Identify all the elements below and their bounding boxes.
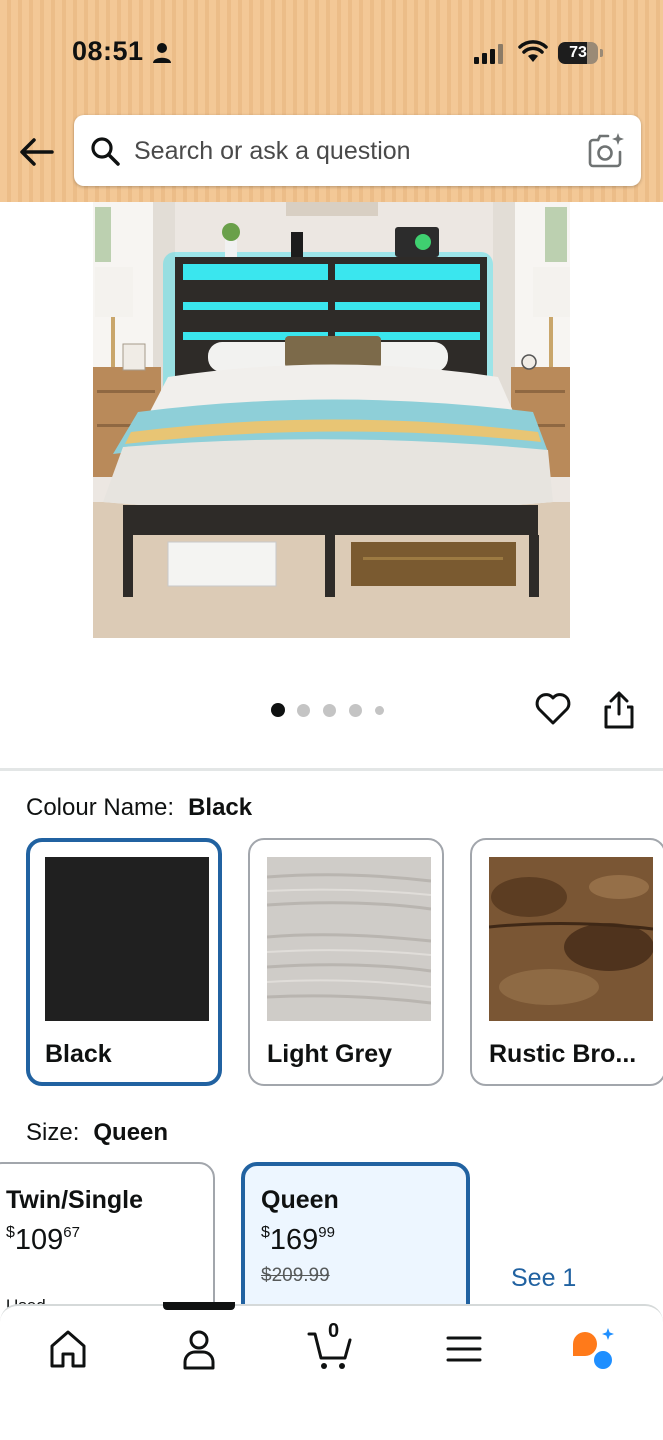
- carousel-dot[interactable]: [271, 703, 285, 717]
- cart-count: 0: [328, 1320, 340, 1342]
- colour-option-light-grey[interactable]: Light Grey: [248, 838, 444, 1086]
- signal-icon: [474, 44, 503, 64]
- size-option-name: Twin/Single: [6, 1186, 144, 1214]
- battery-icon: 73: [558, 42, 604, 64]
- cart-icon[interactable]: 0: [307, 1320, 355, 1372]
- swatch-image: [489, 857, 653, 1021]
- app-header: 08:51 73: [0, 0, 663, 202]
- menu-icon[interactable]: [440, 1326, 488, 1372]
- colour-option-label: Light Grey: [267, 1040, 393, 1068]
- search-bar[interactable]: [74, 115, 641, 186]
- colour-name-label: Colour Name:: [26, 794, 175, 821]
- product-image[interactable]: [93, 202, 570, 638]
- carousel-dot[interactable]: [349, 703, 362, 717]
- bottom-nav: 0: [0, 1304, 663, 1440]
- status-time: 08:51: [72, 36, 144, 66]
- account-icon[interactable]: [175, 1326, 223, 1372]
- battery-percent: 73: [569, 44, 587, 61]
- colour-option-label: Black: [45, 1040, 112, 1068]
- size-label: Size:: [26, 1119, 80, 1146]
- carousel-dot[interactable]: [297, 703, 310, 717]
- size-option-price: $10967: [6, 1224, 80, 1256]
- back-arrow-icon[interactable]: [18, 134, 56, 170]
- camera-lens-icon[interactable]: [588, 132, 626, 168]
- colour-name-value: Black: [188, 794, 253, 821]
- search-input[interactable]: [134, 129, 574, 173]
- wifi-icon: [518, 40, 548, 62]
- search-icon: [91, 137, 120, 166]
- nav-active-indicator: [163, 1302, 235, 1310]
- size-option-name: Queen: [261, 1186, 339, 1214]
- home-icon[interactable]: [44, 1326, 92, 1372]
- see-more-sizes-link[interactable]: See 1: [511, 1264, 576, 1293]
- colour-option-rustic-brown[interactable]: Rustic Bro...: [470, 838, 663, 1086]
- carousel-dot[interactable]: [323, 703, 336, 717]
- person-icon: [153, 43, 171, 63]
- heart-icon[interactable]: [534, 690, 572, 728]
- colour-name-row: Colour Name: Black: [26, 794, 252, 822]
- carousel-dot[interactable]: [375, 705, 384, 715]
- size-option-price: $16999: [261, 1224, 335, 1256]
- section-divider: [0, 768, 663, 771]
- size-option-was-price: $209.99: [261, 1265, 330, 1286]
- rufus-icon[interactable]: [570, 1326, 618, 1372]
- colour-option-black[interactable]: Black: [26, 838, 222, 1086]
- share-icon[interactable]: [602, 690, 636, 730]
- size-row: Size: Queen: [26, 1119, 168, 1147]
- swatch-image: [45, 857, 209, 1021]
- swatch-image: [267, 857, 431, 1021]
- size-value: Queen: [93, 1119, 169, 1146]
- colour-option-label: Rustic Bro...: [489, 1040, 637, 1068]
